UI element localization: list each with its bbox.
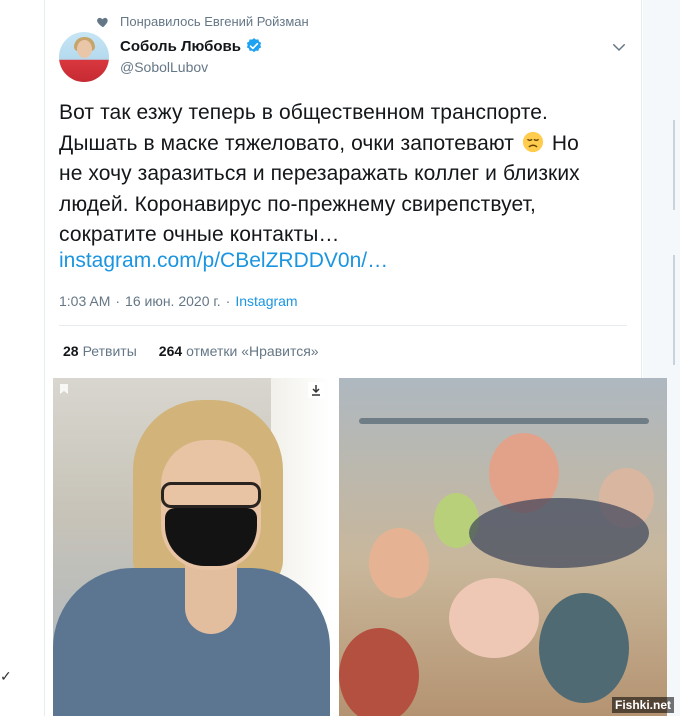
social-context-text: Понравилось Евгений Ройзман [120,14,309,29]
selfie-photo[interactable] [53,378,330,716]
tweet-meta: 1:03 AM · 16 июн. 2020 г. · Instagram [59,293,298,309]
retweets-stat[interactable]: 28 Ретвиты [63,343,137,359]
left-gutter: ✓ [0,0,40,716]
tweet-source[interactable]: Instagram [235,293,297,309]
download-icon[interactable] [308,382,324,398]
watermark: Fishki.net [612,697,675,713]
heart-icon [97,17,108,27]
likes-stat[interactable]: 264 отметки «Нравится» [159,343,319,359]
tweet-line: Дышать в маске тяжеловато, очки запотева… [59,129,634,160]
bus-handrail [359,418,649,424]
tweet-stats: 28 Ретвиты 264 отметки «Нравится» [63,343,319,359]
disappointed-face-emoji-icon [522,131,543,152]
chevron-down-icon[interactable] [610,38,628,56]
meta-separator: · [225,293,231,309]
check-icon: ✓ [0,668,12,684]
likes-count: 264 [158,343,183,359]
meta-separator: · [115,293,121,309]
author-name-row[interactable]: Соболь Любовь [120,37,263,55]
caricature-figure [339,628,419,716]
social-context[interactable]: Понравилось Евгений Ройзман [96,14,309,29]
tweet-text-segment: Дышать в маске тяжеловато, очки запотева… [59,131,514,155]
avatar[interactable] [59,32,109,82]
tweet-text-segment: Но [551,131,579,155]
caricature-image[interactable] [339,378,667,716]
tweet-line: людей. Коронавирус по-прежнему свирепств… [59,192,536,216]
photo-glasses [161,482,261,508]
tweet-line: Вот так езжу теперь в общественном транс… [59,101,548,124]
scroll-track-segment [673,120,675,210]
caricature-figure [449,578,539,658]
caricature-figure [369,528,429,598]
tweet-date[interactable]: 16 июн. 2020 г. [125,293,221,309]
tweet-line: не хочу заразиться и перезаражать коллег… [59,162,580,185]
tweet-time[interactable]: 1:03 AM [59,293,110,309]
bookmark-icon [60,384,68,394]
avatar-head [77,40,92,58]
divider [59,325,627,326]
photo-neck [185,564,237,634]
retweets-count: 28 [63,343,79,359]
instagram-link[interactable]: instagram.com/p/CBelZRDDV0n/… [59,249,388,273]
author-handle[interactable]: @SobolLubov [120,59,208,75]
tweet-line: сократите очные контакты… [59,223,340,246]
tweet-text: Вот так езжу теперь в общественном транс… [59,98,634,251]
caricature-suit [469,498,649,568]
likes-label: отметки «Нравится» [186,343,319,359]
verified-badge-icon [246,38,262,53]
scroll-track-segment [673,255,675,365]
caricature-figure [539,593,629,703]
author-name[interactable]: Соболь Любовь [120,38,241,55]
retweets-label: Ретвиты [82,343,137,359]
